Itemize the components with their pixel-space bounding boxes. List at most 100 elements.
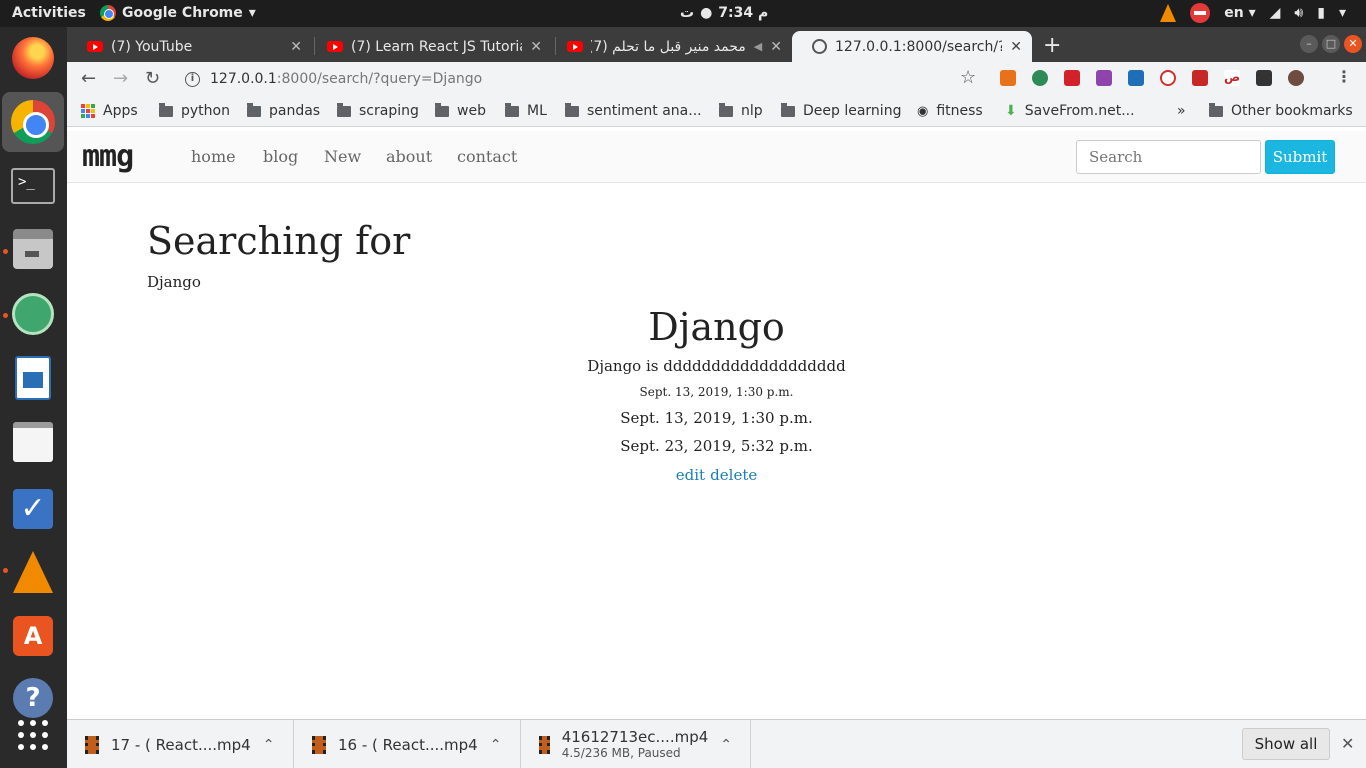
bookmark-other[interactable]: Other bookmarks: [1209, 102, 1353, 119]
edit-link[interactable]: edit: [676, 466, 705, 484]
bookmark-pandas[interactable]: pandas: [247, 102, 320, 119]
checkbox-icon: ✓: [13, 489, 53, 529]
camera-extension-icon[interactable]: [1128, 70, 1144, 86]
system-top-bar: Activities Google Chrome ▾ ت ● 7:34 م en…: [0, 0, 1366, 27]
dock-vlc[interactable]: [10, 549, 56, 595]
dock-firefox[interactable]: [10, 35, 56, 81]
pokeball-icon[interactable]: [1160, 70, 1176, 86]
media-extension-icon[interactable]: [1064, 70, 1080, 86]
chevron-up-icon[interactable]: ⌃: [263, 737, 275, 753]
close-icon[interactable]: ✕: [1010, 39, 1022, 55]
text-editor-icon: [13, 422, 53, 462]
pdf-extension-icon[interactable]: [1192, 70, 1208, 86]
bookmark-python[interactable]: python: [159, 102, 230, 119]
wifi-icon[interactable]: ◢: [1270, 5, 1281, 21]
chevron-down-icon[interactable]: ▾: [1339, 5, 1346, 21]
download-item[interactable]: 16 - ( React....mp4 ⌃: [294, 720, 521, 768]
nav-contact[interactable]: contact: [457, 147, 517, 166]
nav-blog[interactable]: blog: [263, 147, 298, 166]
bookmark-nlp[interactable]: nlp: [719, 102, 763, 119]
search-result-post: Django Django is ddddddddddddddddddd Sep…: [67, 305, 1366, 484]
battery-icon[interactable]: ▮: [1317, 5, 1325, 21]
window-close-button[interactable]: ✕: [1344, 35, 1362, 53]
post-title: Django: [648, 305, 785, 349]
dock-files[interactable]: [10, 226, 56, 272]
dock-tasks[interactable]: ✓: [10, 486, 56, 532]
bookmark-savefrom[interactable]: ⬇ SaveFrom.net...: [1005, 103, 1135, 119]
tab-youtube[interactable]: (7) YouTube ✕: [67, 31, 312, 62]
language-indicator[interactable]: en ▾: [1224, 5, 1255, 21]
dock-chrome[interactable]: [2, 92, 64, 152]
forward-button[interactable]: →: [113, 68, 128, 89]
nav-new[interactable]: New: [324, 147, 361, 166]
new-tab-button[interactable]: +: [1043, 33, 1061, 58]
info-icon[interactable]: i: [185, 71, 200, 87]
bookmark-scraping[interactable]: scraping: [337, 102, 419, 119]
terminal-icon: >_: [11, 168, 55, 204]
menu-kebab-icon[interactable]: ⋮: [1336, 67, 1352, 86]
close-icon[interactable]: ✕: [290, 39, 302, 55]
download-item[interactable]: 17 - ( React....mp4 ⌃: [67, 720, 294, 768]
address-bar[interactable]: i 127.0.0.1:8000/search/?query=Django: [171, 65, 1081, 93]
browser-toolbar: ← → ↻ i 127.0.0.1:8000/search/?query=Dja…: [67, 62, 1366, 96]
show-all-button[interactable]: Show all: [1242, 728, 1330, 760]
box-extension-icon[interactable]: [1256, 70, 1272, 86]
maximize-button[interactable]: □: [1322, 35, 1340, 53]
post-date-small: Sept. 13, 2019, 1:30 p.m.: [639, 385, 794, 399]
bookmark-label: sentiment ana...: [587, 103, 702, 119]
clock[interactable]: ت ● 7:34 م: [680, 5, 768, 21]
close-icon[interactable]: ✕: [770, 39, 782, 55]
dock-writer[interactable]: [10, 355, 56, 401]
app-menu[interactable]: Google Chrome ▾: [100, 5, 256, 21]
reload-button[interactable]: ↻: [145, 68, 160, 89]
site-brand[interactable]: mmg: [82, 139, 134, 174]
nav-about[interactable]: about: [386, 147, 432, 166]
no-entry-icon[interactable]: [1190, 3, 1211, 23]
dock: >_ ✓ A ?: [0, 27, 67, 768]
download-manager-icon[interactable]: [1000, 70, 1016, 86]
chevron-down-icon: ▾: [248, 5, 256, 21]
dock-text-editor[interactable]: [10, 419, 56, 465]
back-button[interactable]: ←: [81, 68, 96, 89]
bookmarks-overflow[interactable]: »: [1177, 103, 1186, 119]
minimize-button[interactable]: –: [1300, 35, 1318, 53]
bookmark-sentiment[interactable]: sentiment ana...: [565, 102, 702, 119]
youtube-icon: [567, 41, 583, 52]
show-applications-button[interactable]: [10, 712, 56, 758]
bookmark-ml[interactable]: ML: [505, 102, 547, 119]
activities-button[interactable]: Activities: [12, 5, 86, 21]
vlc-tray-icon[interactable]: [1160, 4, 1177, 22]
chevron-up-icon[interactable]: ⌃: [720, 737, 732, 753]
search-query: Django: [147, 273, 201, 291]
bookmark-label: Apps: [103, 103, 138, 119]
dock-software[interactable]: A: [10, 613, 56, 659]
download-item-paused[interactable]: 41612713ec....mp4 4.5/236 MB, Paused ⌃: [521, 720, 751, 768]
tab-search-active[interactable]: 127.0.0.1:8000/search/?query=Django ✕: [792, 31, 1032, 62]
search-input[interactable]: [1076, 140, 1261, 174]
bookmark-fitness[interactable]: ◉ fitness: [917, 103, 983, 119]
dock-atom[interactable]: [10, 291, 56, 337]
globe-extension-icon[interactable]: [1032, 70, 1048, 86]
submit-button[interactable]: Submit: [1265, 140, 1335, 174]
app-menu-label: Google Chrome: [122, 5, 243, 21]
firefox-icon: [12, 37, 54, 79]
chevron-up-icon[interactable]: ⌃: [490, 737, 502, 753]
profile-avatar[interactable]: [1288, 70, 1304, 86]
folder-icon: [719, 102, 733, 117]
dock-terminal[interactable]: >_: [10, 163, 56, 209]
close-icon[interactable]: ✕: [530, 39, 542, 55]
tab-music-video[interactable]: محمد منير قبل ما تحلم (7) ◀ ✕: [547, 31, 792, 62]
delete-link[interactable]: delete: [710, 466, 757, 484]
volume-icon[interactable]: 🔊︎: [1294, 5, 1303, 21]
arabic-extension-icon[interactable]: ص: [1224, 70, 1240, 86]
tab-title: (7) Learn React JS Tutorial: [351, 38, 523, 55]
bookmark-web[interactable]: web: [435, 102, 486, 119]
bookmark-star-icon[interactable]: ☆: [960, 67, 976, 88]
tab-react-tutorial[interactable]: (7) Learn React JS Tutorial ✕: [307, 31, 552, 62]
bookmark-apps[interactable]: Apps: [81, 103, 138, 119]
bookmark-label: Deep learning: [803, 103, 902, 119]
bookmark-deep-learning[interactable]: Deep learning: [781, 102, 902, 119]
close-icon[interactable]: ✕: [1341, 734, 1354, 753]
nav-home[interactable]: home: [191, 147, 236, 166]
color-picker-icon[interactable]: [1096, 70, 1112, 86]
